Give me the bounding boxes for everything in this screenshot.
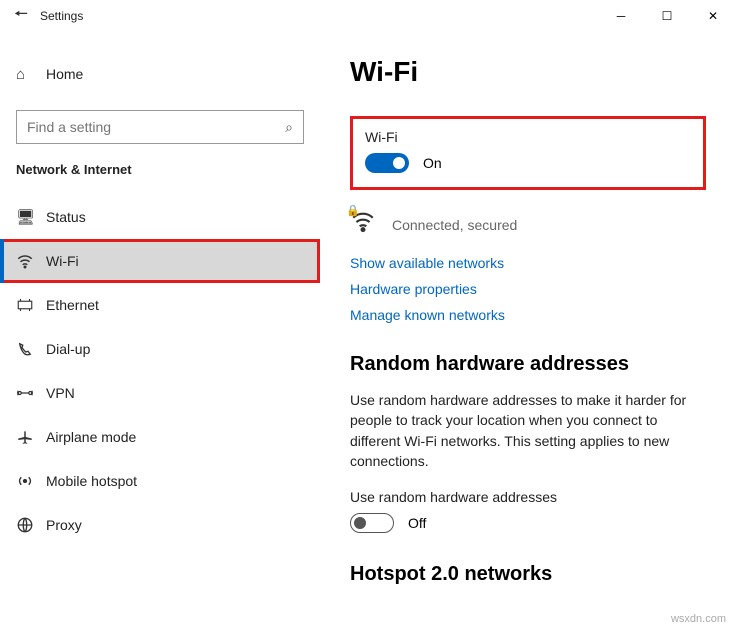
wifi-toggle-section: Wi-Fi On: [350, 116, 706, 190]
wifi-icon: [16, 252, 46, 270]
random-hw-heading: Random hardware addresses: [350, 353, 706, 376]
wifi-toggle-state: On: [423, 155, 442, 171]
wifi-toggle[interactable]: [365, 153, 409, 173]
sidebar-item-label: Status: [46, 209, 86, 225]
sidebar-item-ethernet[interactable]: Ethernet: [0, 283, 320, 327]
watermark: wsxdn.com: [671, 613, 726, 625]
lock-icon: 🔒: [346, 204, 360, 217]
sidebar-home[interactable]: ⌂ Home: [16, 52, 304, 96]
airplane-icon: [16, 428, 46, 446]
wifi-secured-icon: 🔒: [350, 208, 376, 241]
minimize-button[interactable]: ─: [598, 0, 644, 32]
proxy-icon: [16, 516, 46, 534]
titlebar: 🠔 Settings ─ ☐ ✕: [0, 0, 736, 32]
random-hw-toggle-state: Off: [408, 515, 426, 531]
search-input[interactable]: [27, 119, 285, 135]
connection-status-row: 🔒 Connected, secured: [350, 208, 706, 241]
sidebar-item-dialup[interactable]: Dial-up: [0, 327, 320, 371]
connection-status-text: Connected, secured: [392, 217, 517, 233]
sidebar-item-airplane[interactable]: Airplane mode: [0, 415, 320, 459]
sidebar-item-label: Dial-up: [46, 341, 90, 357]
dialup-icon: [16, 340, 46, 358]
wifi-toggle-label: Wi-Fi: [365, 129, 691, 145]
search-box[interactable]: ⌕: [16, 110, 304, 144]
sidebar-item-status[interactable]: 🖥 Status: [0, 195, 320, 239]
random-hw-toggle[interactable]: [350, 513, 394, 533]
vpn-icon: [16, 384, 46, 402]
search-icon: ⌕: [285, 119, 293, 136]
link-hardware-properties[interactable]: Hardware properties: [350, 281, 706, 297]
link-available-networks[interactable]: Show available networks: [350, 255, 706, 271]
sidebar-item-label: Proxy: [46, 517, 82, 533]
hotspot2-heading: Hotspot 2.0 networks: [350, 563, 706, 586]
main-content: Wi-Fi Wi-Fi On 🔒 Connected, secured Show…: [320, 32, 736, 631]
sidebar-item-label: Airplane mode: [46, 429, 136, 445]
maximize-button[interactable]: ☐: [644, 0, 690, 32]
sidebar-home-label: Home: [46, 66, 83, 82]
sidebar-item-wifi[interactable]: Wi-Fi: [0, 239, 320, 283]
sidebar-item-label: Mobile hotspot: [46, 473, 137, 489]
sidebar-item-label: VPN: [46, 385, 75, 401]
sidebar-category: Network & Internet: [16, 162, 304, 177]
random-hw-desc: Use random hardware addresses to make it…: [350, 390, 706, 471]
sidebar-item-vpn[interactable]: VPN: [0, 371, 320, 415]
sidebar-item-proxy[interactable]: Proxy: [0, 503, 320, 547]
random-hw-toggle-label: Use random hardware addresses: [350, 489, 706, 505]
window-title: Settings: [40, 9, 598, 23]
sidebar-item-label: Ethernet: [46, 297, 99, 313]
page-title: Wi-Fi: [350, 56, 706, 88]
back-button[interactable]: 🠔: [14, 3, 40, 30]
sidebar-item-label: Wi-Fi: [46, 253, 79, 269]
link-known-networks[interactable]: Manage known networks: [350, 307, 706, 323]
status-icon: 🖥: [16, 208, 46, 226]
sidebar-item-hotspot[interactable]: Mobile hotspot: [0, 459, 320, 503]
sidebar: ⌂ Home ⌕ Network & Internet 🖥 Status Wi-…: [0, 32, 320, 631]
home-icon: ⌂: [16, 66, 46, 83]
close-button[interactable]: ✕: [690, 0, 736, 32]
ethernet-icon: [16, 296, 46, 314]
hotspot-icon: [16, 472, 46, 490]
